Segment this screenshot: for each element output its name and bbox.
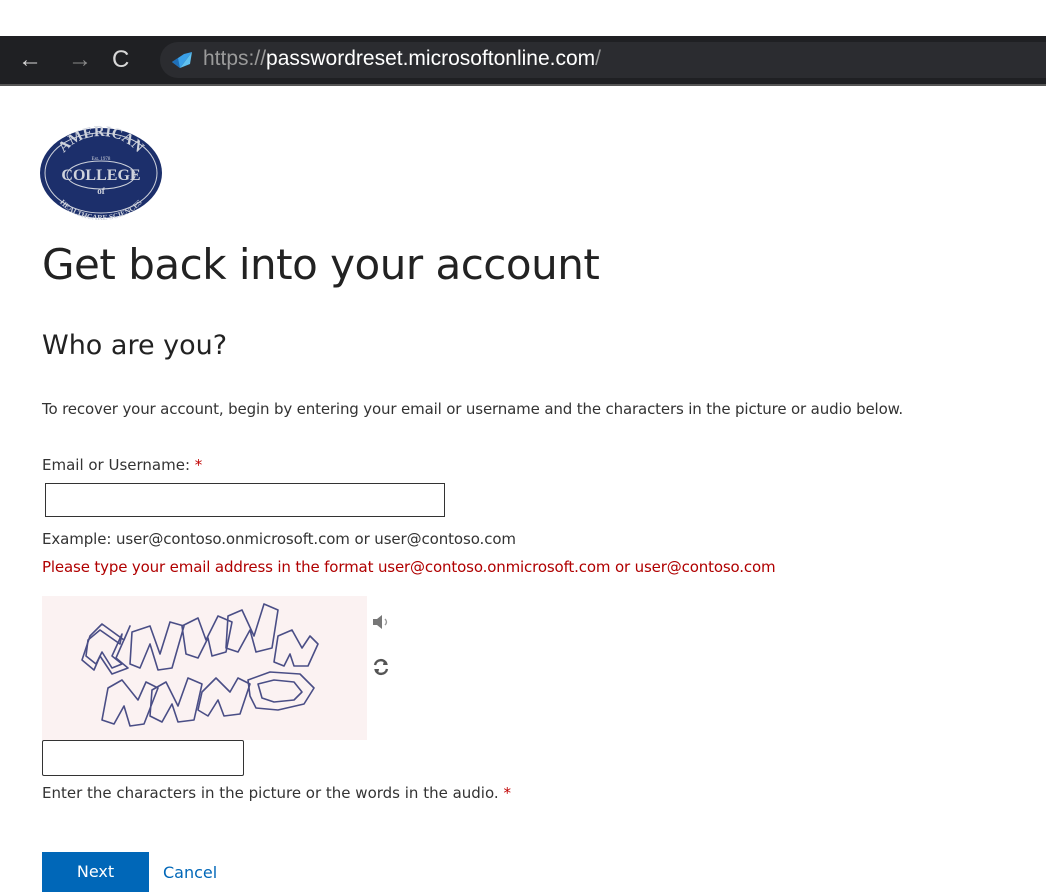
back-button[interactable]: ←	[18, 36, 42, 84]
site-favicon-icon	[170, 48, 194, 72]
required-mark: *	[503, 784, 511, 802]
intro-text: To recover your account, begin by enteri…	[42, 400, 903, 418]
logo-est-text: Est. 1978	[92, 157, 111, 162]
email-example-text: Example: user@contoso.onmicrosoft.com or…	[42, 530, 516, 548]
forward-button[interactable]: →	[68, 36, 92, 84]
captcha-help-label: Enter the characters in the picture or t…	[42, 784, 504, 802]
cancel-link[interactable]: Cancel	[163, 863, 217, 882]
captcha-help-text: Enter the characters in the picture or t…	[42, 784, 511, 802]
email-field[interactable]	[45, 483, 445, 517]
reload-button[interactable]: C	[112, 36, 129, 84]
email-error-message: Please type your email address in the fo…	[42, 558, 776, 576]
page-subtitle: Who are you?	[42, 330, 228, 361]
email-label-text: Email or Username:	[42, 456, 195, 474]
speaker-icon[interactable]	[371, 613, 391, 631]
logo-of-text: of	[97, 186, 106, 196]
refresh-icon[interactable]	[372, 658, 390, 676]
captcha-image	[42, 596, 367, 740]
logo-middle-text: COLLEGE	[61, 167, 140, 184]
email-label: Email or Username: *	[42, 456, 202, 474]
url-text[interactable]: https://passwordreset.microsoftonline.co…	[203, 47, 601, 71]
url-host: passwordreset.microsoftonline.com	[266, 47, 596, 70]
page-title: Get back into your account	[42, 240, 600, 289]
address-bar: ← → C https://passwordreset.microsoftonl…	[0, 36, 1046, 84]
college-logo: AMERICAN Est. 1978 COLLEGE of HEALTHCARE…	[40, 126, 162, 220]
browser-chrome: ← → C https://passwordreset.microsoftonl…	[0, 0, 1046, 84]
url-path: /	[595, 47, 602, 70]
divider	[0, 84, 1046, 86]
captcha-input[interactable]	[42, 740, 244, 776]
required-mark: *	[194, 456, 203, 474]
next-button[interactable]: Next	[42, 852, 149, 892]
url-scheme: https://	[203, 47, 267, 70]
